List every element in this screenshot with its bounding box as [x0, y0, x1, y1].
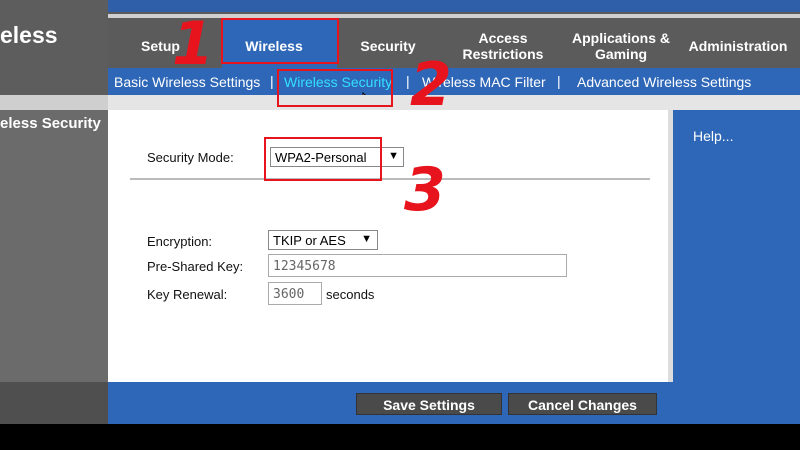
annotation-box-security-mode [264, 137, 382, 181]
psk-label: Pre-Shared Key: [147, 259, 244, 274]
subnav-advanced-wireless[interactable]: Advanced Wireless Settings [577, 74, 751, 90]
annotation-number-1: 1 [172, 9, 214, 79]
chevron-down-icon: ▼ [388, 150, 399, 162]
page-section-title: eless Security [0, 115, 101, 132]
help-panel [673, 110, 800, 424]
save-settings-button[interactable]: Save Settings [356, 393, 502, 415]
left-footer-block [0, 382, 108, 424]
annotation-box-wireless [221, 18, 339, 64]
section-title: eless [0, 22, 58, 48]
annotation-box-wireless-security [277, 69, 393, 107]
help-link[interactable]: Help... [693, 128, 733, 144]
annotation-number-3: 3 [404, 155, 446, 225]
security-mode-label: Security Mode: [147, 150, 234, 165]
tab-access-restrictions[interactable]: Access Restrictions [457, 30, 549, 62]
key-renewal-label: Key Renewal: [147, 287, 228, 302]
encryption-select[interactable]: TKIP or AES ▼ [268, 230, 378, 250]
encryption-label: Encryption: [147, 234, 213, 249]
annotation-number-2: 2 [410, 50, 452, 120]
key-renewal-value: 3600 [273, 287, 305, 302]
section-divider [130, 178, 650, 180]
tab-administration[interactable]: Administration [686, 38, 790, 54]
subnav-separator: | [270, 73, 274, 89]
subnav-separator: | [557, 73, 561, 89]
cancel-changes-button[interactable]: Cancel Changes [508, 393, 657, 415]
screen-bottom-border [0, 424, 800, 450]
psk-value: 12345678 [273, 259, 336, 274]
encryption-value: TKIP or AES [273, 233, 346, 248]
left-divider-band [0, 95, 108, 110]
key-renewal-unit: seconds [326, 287, 375, 302]
pre-shared-key-input[interactable]: 12345678 [268, 254, 567, 277]
subnav-shadow-strip [108, 95, 800, 110]
key-renewal-input[interactable]: 3600 [268, 282, 322, 305]
tab-applications-gaming[interactable]: Applications & Gaming [568, 30, 674, 62]
chevron-down-icon: ▼ [361, 233, 372, 245]
